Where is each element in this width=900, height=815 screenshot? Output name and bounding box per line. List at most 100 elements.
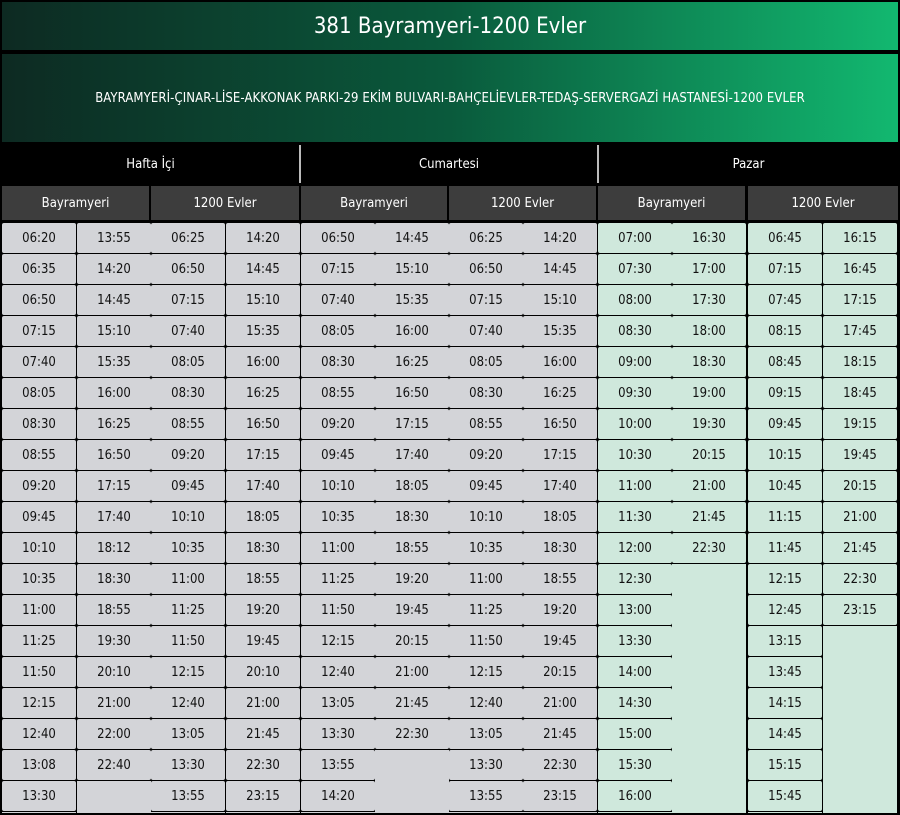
departure-time: 08:00 [598, 285, 672, 315]
departure-time: 22:40 [77, 750, 151, 780]
departure-time: 17:15 [226, 440, 300, 470]
departure-time: 19:30 [77, 626, 151, 656]
departure-time: 11:00 [2, 595, 76, 625]
empty-slot [226, 812, 300, 813]
departure-time: 15:35 [77, 347, 151, 377]
empty-slot [523, 812, 597, 813]
departure-time: 07:15 [748, 254, 822, 284]
departure-time: 14:45 [748, 719, 822, 749]
departure-time: 08:30 [151, 378, 225, 408]
departure-time: 14:45 [77, 285, 151, 315]
departure-time: 18:05 [226, 502, 300, 532]
departure-time: 17:30 [672, 285, 746, 315]
departure-time: 18:30 [375, 502, 449, 532]
departure-time: 20:15 [823, 471, 897, 501]
departure-time: 06:50 [301, 223, 375, 253]
departure-time: 08:05 [301, 316, 375, 346]
departure-time: 14:45 [523, 254, 597, 284]
departure-time: 17:00 [672, 254, 746, 284]
departure-time: 19:15 [823, 409, 897, 439]
departure-time: 09:20 [2, 471, 76, 501]
time-column: 06:45 07:15 07:45 08:15 08:45 09:15 09:45 10:15… [748, 223, 822, 812]
departure-time: 08:05 [449, 347, 523, 377]
departure-time: 18:30 [523, 533, 597, 563]
departure-time: 11:00 [301, 533, 375, 563]
departure-time: 16:00 [598, 781, 672, 811]
departure-time: 09:45 [151, 471, 225, 501]
departure-time: 07:40 [301, 285, 375, 315]
departure-time: 06:35 [2, 254, 76, 284]
departure-time: 08:55 [2, 440, 76, 470]
departure-time: 14:20 [226, 223, 300, 253]
direction-header: 1200 Evler [748, 186, 898, 220]
departure-time: 15:35 [226, 316, 300, 346]
departure-time: 10:30 [598, 440, 672, 470]
departure-time: 12:15 [2, 688, 76, 718]
direction-header: Bayramyeri [2, 186, 149, 220]
departure-time: 21:00 [375, 657, 449, 687]
departure-time: 16:00 [77, 378, 151, 408]
departure-time: 06:25 [151, 223, 225, 253]
departure-time: 17:15 [77, 471, 151, 501]
departure-time: 13:00 [598, 595, 672, 625]
departure-time: 08:15 [748, 316, 822, 346]
empty-slot [598, 812, 672, 813]
departure-time: 06:45 [748, 223, 822, 253]
departure-time: 10:10 [2, 533, 76, 563]
route-description: BAYRAMYERİ-ÇINAR-LİSE-AKKONAK PARKI-29 E… [2, 54, 898, 142]
empty-slot [375, 750, 449, 813]
departure-time: 19:30 [672, 409, 746, 439]
time-column: 13:55 14:20 14:45 15:10 15:35 16:00 16:25 16:50… [77, 223, 151, 781]
departure-time: 12:00 [598, 533, 672, 563]
departure-time: 11:50 [2, 657, 76, 687]
departure-time: 21:45 [523, 719, 597, 749]
departure-time: 14:20 [523, 223, 597, 253]
departure-time: 06:25 [449, 223, 523, 253]
departure-time: 09:15 [748, 378, 822, 408]
timetable: 381 Bayramyeri-1200 Evler BAYRAMYERİ-ÇIN… [0, 0, 900, 815]
departure-time: 12:40 [2, 719, 76, 749]
departure-time: 14:20 [301, 781, 375, 811]
time-column: 06:25 06:50 07:15 07:40 08:05 08:30 08:55 09:20… [449, 223, 523, 812]
empty-slot [151, 812, 225, 813]
departure-time: 12:15 [151, 657, 225, 687]
departure-time: 13:55 [301, 750, 375, 780]
departure-time: 07:00 [598, 223, 672, 253]
departure-time: 09:20 [301, 409, 375, 439]
departure-time: 16:50 [77, 440, 151, 470]
empty-slot [748, 812, 822, 813]
departure-time: 19:45 [523, 626, 597, 656]
departure-time: 20:15 [375, 626, 449, 656]
departure-time: 08:30 [598, 316, 672, 346]
departure-time: 22:30 [672, 533, 746, 563]
departure-time: 18:30 [672, 347, 746, 377]
departure-time: 17:45 [823, 316, 897, 346]
departure-time: 12:40 [449, 688, 523, 718]
departure-time: 17:15 [823, 285, 897, 315]
departure-time: 15:35 [375, 285, 449, 315]
departure-time: 16:25 [226, 378, 300, 408]
departure-time: 08:45 [748, 347, 822, 377]
departure-time: 06:50 [2, 285, 76, 315]
departure-time: 06:50 [151, 254, 225, 284]
departure-time: 20:10 [77, 657, 151, 687]
departure-time: 07:45 [748, 285, 822, 315]
direction-header: Bayramyeri [301, 186, 447, 220]
departure-time: 21:45 [672, 502, 746, 532]
departure-time: 10:10 [301, 471, 375, 501]
empty-slot [77, 781, 151, 813]
departure-time: 13:30 [151, 750, 225, 780]
departure-time: 18:55 [523, 564, 597, 594]
departure-time: 21:00 [823, 502, 897, 532]
departure-time: 13:30 [301, 719, 375, 749]
departure-time: 21:00 [523, 688, 597, 718]
departure-time: 10:15 [748, 440, 822, 470]
empty-slot [823, 626, 897, 813]
departure-time: 08:30 [449, 378, 523, 408]
departure-time: 11:15 [748, 502, 822, 532]
day-header-weekday: Hafta İçi [2, 145, 299, 183]
departure-time: 19:45 [375, 595, 449, 625]
departure-time: 21:45 [823, 533, 897, 563]
departure-time: 13:15 [748, 626, 822, 656]
departure-time: 18:12 [77, 533, 151, 563]
